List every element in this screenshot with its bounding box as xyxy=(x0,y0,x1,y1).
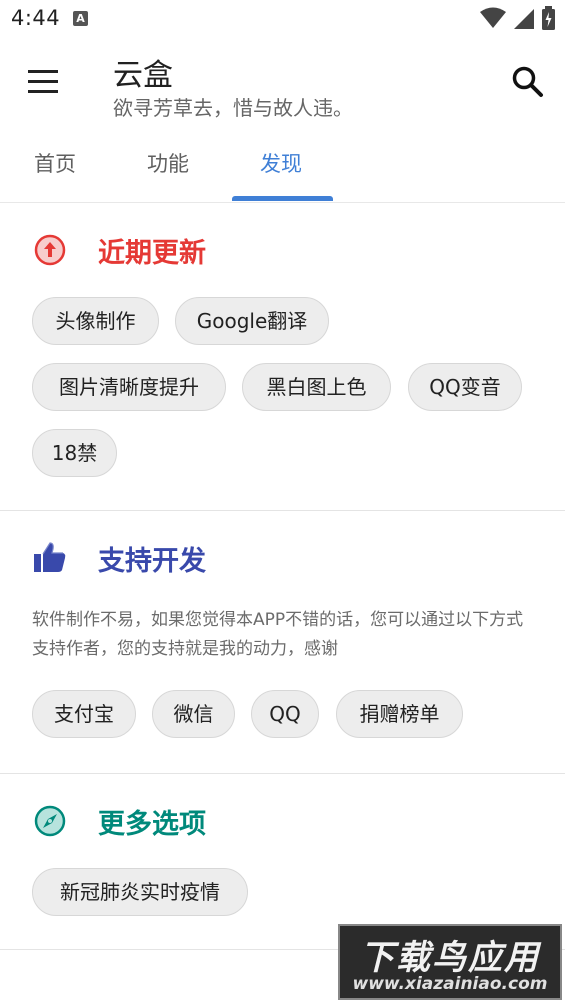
tab-indicator xyxy=(232,196,333,201)
battery-icon xyxy=(542,6,555,30)
status-bar: 4:44 A xyxy=(0,0,565,36)
notification-icon: A xyxy=(73,11,88,26)
chip-donation-list[interactable]: 捐赠榜单 xyxy=(336,690,463,738)
watermark-logo: 下载鸟应用 www.xiazainiao.com xyxy=(338,924,562,1000)
status-icons xyxy=(480,6,555,30)
chip-wechat[interactable]: 微信 xyxy=(152,690,235,738)
section-recent-updates: 近期更新 头像制作 Google翻译 图片清晰度提升 黑白图上色 QQ变音 18… xyxy=(0,202,565,511)
arrow-up-circle-icon xyxy=(34,234,66,266)
chip-colorize[interactable]: 黑白图上色 xyxy=(242,363,391,411)
signal-icon xyxy=(514,9,534,29)
chip-alipay[interactable]: 支付宝 xyxy=(32,690,136,738)
chip-google-translate[interactable]: Google翻译 xyxy=(175,297,329,345)
search-icon[interactable] xyxy=(508,62,548,102)
section-title-support: 支持开发 xyxy=(98,546,206,577)
status-time: 4:44 xyxy=(11,6,61,30)
compass-icon xyxy=(34,805,66,837)
app-subtitle: 欲寻芳草去，惜与故人违。 xyxy=(113,96,353,120)
chip-image-enhance[interactable]: 图片清晰度提升 xyxy=(32,363,226,411)
chip-18-restricted[interactable]: 18禁 xyxy=(32,429,117,477)
tab-bar: 首页 功能 发现 xyxy=(0,132,565,203)
tab-home[interactable]: 首页 xyxy=(34,148,76,178)
tab-discover[interactable]: 发现 xyxy=(260,148,302,178)
section-support: 支持开发 软件制作不易，如果您觉得本APP不错的话，您可以通过以下方式支持作者，… xyxy=(0,510,565,774)
wifi-icon xyxy=(480,7,506,28)
section-title-more: 更多选项 xyxy=(98,809,206,840)
chip-qq-voice[interactable]: QQ变音 xyxy=(408,363,522,411)
support-description: 软件制作不易，如果您觉得本APP不错的话，您可以通过以下方式支持作者，您的支持就… xyxy=(32,610,524,659)
section-title-recent: 近期更新 xyxy=(98,238,206,269)
watermark-url: www.xiazainiao.com xyxy=(352,974,548,994)
chip-avatar-maker[interactable]: 头像制作 xyxy=(32,297,159,345)
tab-features[interactable]: 功能 xyxy=(147,148,189,178)
app-title: 云盒 xyxy=(113,58,173,93)
app-bar: 云盒 欲寻芳草去，惜与故人违。 xyxy=(0,36,565,132)
watermark-text: 下载鸟应用 xyxy=(360,938,540,978)
menu-icon[interactable] xyxy=(22,66,64,100)
chip-qq[interactable]: QQ xyxy=(251,690,319,738)
thumb-up-icon xyxy=(34,542,66,572)
chip-covid-tracker[interactable]: 新冠肺炎实时疫情 xyxy=(32,868,248,916)
